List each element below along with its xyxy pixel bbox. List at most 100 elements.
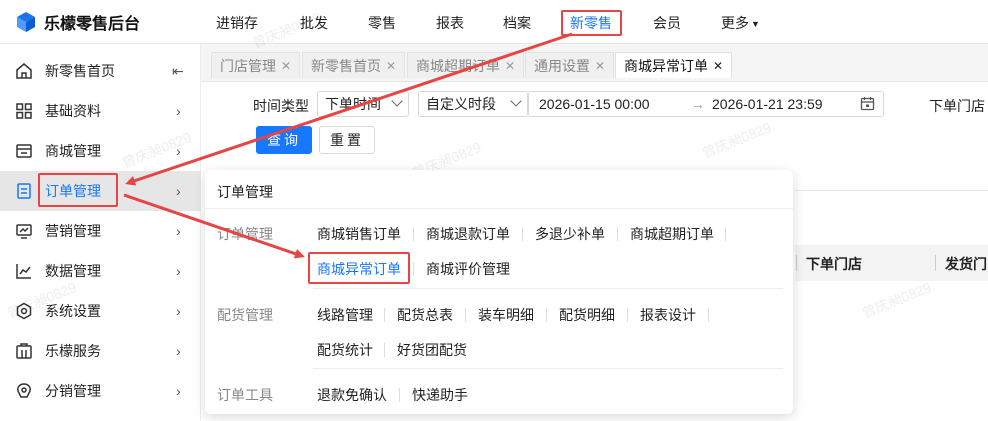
menu-group-distribution: 配货管理 <box>217 307 273 323</box>
order-icon <box>14 181 34 201</box>
menu-link-mall-sales-orders[interactable]: 商城销售订单 <box>317 224 401 244</box>
separator <box>627 308 628 322</box>
sidebar-item-mall[interactable]: 商城管理 › <box>0 131 201 171</box>
sidebar-item-label: 基础资料 <box>45 103 101 119</box>
settings-icon <box>14 301 34 321</box>
tab-store-management[interactable]: 门店管理 ✕ <box>211 52 301 78</box>
menu-group-order-tools: 订单工具 <box>217 387 273 403</box>
query-button[interactable]: 查询 <box>256 126 312 154</box>
separator <box>546 308 547 322</box>
chevron-right-icon: › <box>176 103 181 119</box>
menu-link-group-buy-distribution[interactable]: 好货团配货 <box>397 340 467 360</box>
menu-link-mall-overdue-orders[interactable]: 商城超期订单 <box>630 224 714 244</box>
separator <box>465 308 466 322</box>
tab-new-retail-home[interactable]: 新零售首页 ✕ <box>302 52 406 78</box>
column-header-order-store[interactable]: 下单门店 <box>806 254 862 274</box>
time-type-label: 时间类型 <box>253 98 309 114</box>
highlight-box-order-management <box>38 173 118 207</box>
sidebar-item-distribution[interactable]: 分销管理 › <box>0 371 201 411</box>
time-type-value: 下单时间 <box>325 96 381 112</box>
chevron-right-icon: › <box>176 303 181 319</box>
separator <box>384 308 385 322</box>
tab-general-settings[interactable]: 通用设置 ✕ <box>525 52 615 78</box>
reset-button[interactable]: 重置 <box>319 126 375 154</box>
sidebar-item-basic-data[interactable]: 基础资料 › <box>0 91 201 131</box>
menu-link-mall-refund-orders[interactable]: 商城退款订单 <box>426 224 510 244</box>
sidebar-item-label: 商城管理 <box>45 143 101 159</box>
close-icon[interactable]: ✕ <box>386 59 396 73</box>
sidebar-item-label: 新零售首页 <box>45 63 115 79</box>
topnav-item-archive[interactable]: 档案 <box>503 13 531 33</box>
date-range-picker[interactable]: 2026-01-15 00:00 → 2026-01-21 23:59 <box>528 91 884 117</box>
menu-link-mall-review-management[interactable]: 商城评价管理 <box>426 259 510 279</box>
menu-link-loading-detail[interactable]: 装车明细 <box>478 305 534 325</box>
tab-mall-overdue-orders[interactable]: 商城超期订单 ✕ <box>407 52 525 78</box>
close-icon[interactable]: ✕ <box>595 59 605 73</box>
brand[interactable]: 乐檬零售后台 <box>14 10 140 34</box>
orders-table-header: 下单门店 发货门 <box>795 245 988 281</box>
separator <box>413 227 414 241</box>
close-icon[interactable]: ✕ <box>713 59 723 73</box>
menu-link-distribution-statistics[interactable]: 配货统计 <box>317 340 373 360</box>
topnav-item-retail[interactable]: 零售 <box>368 13 396 33</box>
tab-label: 门店管理 <box>220 57 276 74</box>
calendar-icon[interactable] <box>860 96 875 111</box>
column-divider <box>796 255 797 271</box>
menu-link-express-assistant[interactable]: 快递助手 <box>412 385 468 405</box>
menu-title: 订单管理 <box>217 184 273 200</box>
topnav-item-member[interactable]: 会员 <box>653 13 681 33</box>
menu-link-route-management[interactable]: 线路管理 <box>317 305 373 325</box>
home-icon <box>14 61 34 81</box>
menu-group-order-management: 订单管理 <box>217 226 273 242</box>
close-icon[interactable]: ✕ <box>281 59 291 73</box>
date-start-input[interactable]: 2026-01-15 00:00 <box>539 96 650 112</box>
chevron-right-icon: › <box>176 263 181 279</box>
menu-link-distribution-detail[interactable]: 配货明细 <box>559 305 615 325</box>
column-header-shipping-store[interactable]: 发货门 <box>945 254 987 274</box>
sidebar-item-data-management[interactable]: 数据管理 › <box>0 251 201 291</box>
chart-icon <box>14 261 34 281</box>
sidebar-item-label: 系统设置 <box>45 303 101 319</box>
chevron-right-icon: › <box>176 383 181 399</box>
sidebar-item-lemeng-service[interactable]: 乐檬服务 › <box>0 331 201 371</box>
chevron-right-icon: › <box>176 183 181 199</box>
separator <box>399 388 400 402</box>
order-store-label: 下单门店 <box>929 98 985 114</box>
divider <box>795 190 988 191</box>
menu-link-refund-no-confirm[interactable]: 退款免确认 <box>317 385 387 405</box>
topnav-item-reports[interactable]: 报表 <box>436 13 464 33</box>
highlight-box-abnormal-orders <box>308 252 410 284</box>
close-icon[interactable]: ✕ <box>505 59 515 73</box>
separator <box>725 227 726 241</box>
period-select[interactable]: 自定义时段 <box>418 91 528 117</box>
tab-mall-abnormal-orders[interactable]: 商城异常订单 ✕ <box>615 52 733 78</box>
topnav-item-more[interactable]: 更多 ▼ <box>721 13 760 33</box>
sidebar-item-new-retail-home[interactable]: 新零售首页 ⇤ <box>0 51 201 91</box>
topnav-item-inventory[interactable]: 进销存 <box>216 13 258 33</box>
sidebar-item-marketing[interactable]: 营销管理 › <box>0 211 201 251</box>
divider <box>313 368 783 369</box>
separator <box>522 227 523 241</box>
tab-label: 通用设置 <box>534 57 590 74</box>
separator <box>617 227 618 241</box>
topnav-item-wholesale[interactable]: 批发 <box>300 13 328 33</box>
sidebar-item-system-settings[interactable]: 系统设置 › <box>0 291 201 331</box>
caret-down-icon: ▼ <box>751 19 760 30</box>
menu-link-distribution-summary[interactable]: 配货总表 <box>397 305 453 325</box>
separator <box>413 262 414 276</box>
grid-icon <box>14 101 34 121</box>
tab-label: 商城异常订单 <box>624 57 708 74</box>
menu-link-report-design[interactable]: 报表设计 <box>640 305 696 325</box>
brand-logo-icon <box>14 10 38 34</box>
page-tabs: 门店管理 ✕ 新零售首页 ✕ 商城超期订单 ✕ 通用设置 ✕ 商城异常订单 ✕ <box>201 44 988 82</box>
date-end-input[interactable]: 2026-01-21 23:59 <box>712 96 823 112</box>
store-icon <box>14 141 34 161</box>
collapse-sidebar-icon[interactable]: ⇤ <box>172 63 184 80</box>
sidebar-item-label: 分销管理 <box>45 383 101 399</box>
divider <box>313 288 783 289</box>
arrow-right-icon: → <box>691 96 705 112</box>
sidebar-item-label: 乐檬服务 <box>45 343 101 359</box>
time-type-select[interactable]: 下单时间 <box>317 91 409 117</box>
menu-link-refund-supplement[interactable]: 多退少补单 <box>535 224 605 244</box>
column-divider <box>935 255 936 271</box>
